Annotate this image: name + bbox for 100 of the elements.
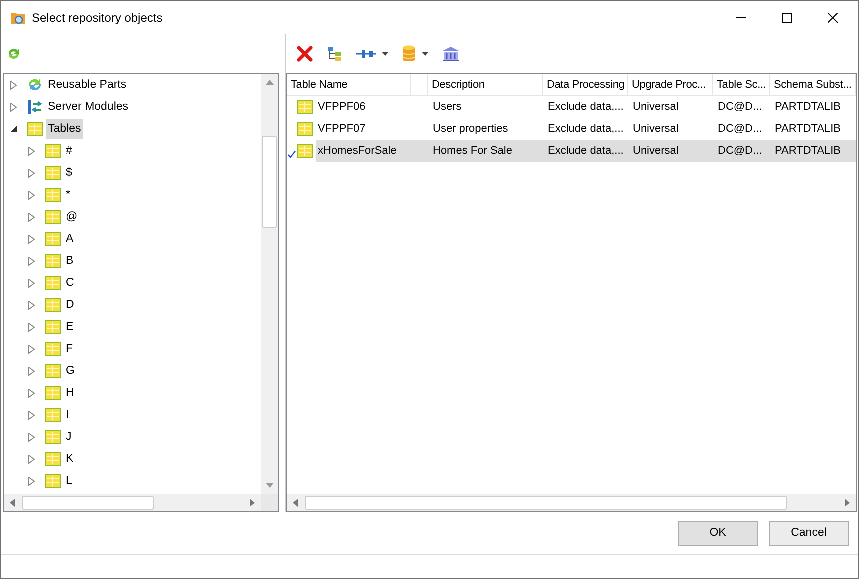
tree-item[interactable]: Server Modules xyxy=(46,97,131,117)
expand-arrow-icon[interactable] xyxy=(28,234,36,244)
tree-item[interactable]: C xyxy=(64,273,76,293)
tree-item[interactable]: @ xyxy=(64,207,80,227)
scroll-left-icon[interactable] xyxy=(10,498,15,506)
scroll-thumb[interactable] xyxy=(305,496,787,510)
hierarchy-icon[interactable] xyxy=(327,46,343,62)
table-icon xyxy=(45,451,61,467)
tree-item[interactable]: B xyxy=(64,251,76,271)
vertical-scrollbar[interactable] xyxy=(261,74,278,494)
collapse-arrow-icon[interactable] xyxy=(10,125,18,133)
table-cell: Homes For Sale xyxy=(428,140,543,162)
tree-item[interactable]: * xyxy=(64,185,72,205)
column-header[interactable]: Table Sc... xyxy=(717,78,766,90)
column-header[interactable]: Description xyxy=(432,78,485,90)
expand-arrow-icon[interactable] xyxy=(28,344,36,354)
table-cell-text: Users xyxy=(432,100,463,115)
delete-icon[interactable] xyxy=(296,44,314,62)
expand-arrow-icon[interactable] xyxy=(28,146,36,156)
horizontal-scrollbar[interactable] xyxy=(287,494,856,511)
scrollbar-corner xyxy=(261,494,278,511)
tree-item[interactable]: K xyxy=(64,449,76,469)
tree-item[interactable]: # xyxy=(64,141,74,161)
table-icon xyxy=(45,341,61,357)
table-row-name[interactable]: VFPPF07 xyxy=(316,118,411,140)
table-cell: PARTDTALIB xyxy=(770,140,856,162)
table-cell: DC@D... xyxy=(713,140,770,162)
table-icon xyxy=(45,275,61,291)
tree-item[interactable]: L xyxy=(64,471,74,491)
tree-item[interactable]: $ xyxy=(64,163,74,183)
table-icon xyxy=(45,407,61,423)
cancel-button[interactable]: Cancel xyxy=(769,520,849,546)
column-header[interactable]: Data Processing xyxy=(547,78,625,90)
expand-arrow-icon[interactable] xyxy=(28,476,36,486)
expand-arrow-icon[interactable] xyxy=(28,366,36,376)
pin-icon[interactable] xyxy=(356,48,376,60)
tree-item[interactable]: G xyxy=(64,361,77,381)
tree-item[interactable]: Reusable Parts xyxy=(46,75,129,95)
table-cell-text: DC@D... xyxy=(717,100,764,115)
expand-arrow-icon[interactable] xyxy=(10,80,18,90)
tree-item[interactable]: A xyxy=(64,229,76,249)
tree-item[interactable]: D xyxy=(64,295,76,315)
scroll-thumb[interactable] xyxy=(262,136,277,228)
table-icon xyxy=(45,363,61,379)
ok-button[interactable]: OK xyxy=(678,520,758,546)
scroll-up-icon[interactable] xyxy=(266,80,274,85)
scroll-down-icon[interactable] xyxy=(266,483,274,488)
table-icon xyxy=(45,473,61,489)
horizontal-scrollbar[interactable] xyxy=(4,494,261,511)
table-icon xyxy=(297,121,313,137)
modules-icon xyxy=(27,99,43,115)
expand-arrow-icon[interactable] xyxy=(28,278,36,288)
table-icon xyxy=(45,143,61,159)
table-cell-text: DC@D... xyxy=(717,122,764,137)
scroll-thumb[interactable] xyxy=(22,496,154,510)
expand-arrow-icon[interactable] xyxy=(28,190,36,200)
dropdown-caret-icon[interactable] xyxy=(422,52,429,56)
table-row-name[interactable]: VFPPF06 xyxy=(316,96,411,118)
tree-item[interactable]: J xyxy=(64,427,74,447)
close-icon[interactable] xyxy=(828,12,838,22)
expand-arrow-icon[interactable] xyxy=(28,454,36,464)
tree-item[interactable]: I xyxy=(64,405,72,425)
table-icon xyxy=(297,99,313,115)
column-header[interactable]: Table Name xyxy=(291,78,348,90)
scroll-left-icon[interactable] xyxy=(293,498,298,506)
expand-arrow-icon[interactable] xyxy=(10,102,18,112)
column-header[interactable]: Schema Subst... xyxy=(774,78,852,90)
expand-arrow-icon[interactable] xyxy=(28,432,36,442)
table-cell-text: PARTDTALIB xyxy=(774,100,842,115)
table-icon xyxy=(45,319,61,335)
tree-item[interactable]: Tables xyxy=(46,119,84,139)
table-icon xyxy=(45,187,61,203)
expand-arrow-icon[interactable] xyxy=(28,322,36,332)
table-icon xyxy=(297,143,313,159)
table-icon xyxy=(45,209,61,225)
expand-arrow-icon[interactable] xyxy=(28,300,36,310)
tree-item[interactable]: H xyxy=(64,383,76,403)
scroll-right-icon[interactable] xyxy=(845,498,850,506)
table-cell-text: PARTDTALIB xyxy=(774,122,842,137)
dropdown-caret-icon[interactable] xyxy=(382,52,389,56)
column-header[interactable]: Upgrade Proc... xyxy=(632,78,706,90)
expand-arrow-icon[interactable] xyxy=(28,212,36,222)
maximize-icon[interactable] xyxy=(782,12,792,22)
table-cell-text: Exclude data,... xyxy=(547,100,625,115)
table-icon xyxy=(45,231,61,247)
tree-item[interactable]: E xyxy=(64,317,76,337)
database-icon[interactable] xyxy=(402,44,416,62)
tree-item[interactable]: F xyxy=(64,339,76,359)
expand-arrow-icon[interactable] xyxy=(28,168,36,178)
table-cell: Universal xyxy=(628,140,713,162)
scroll-right-icon[interactable] xyxy=(250,498,255,506)
window-title: Select repository objects xyxy=(32,10,163,24)
table-icon xyxy=(27,121,43,137)
expand-arrow-icon[interactable] xyxy=(28,256,36,266)
table-row-name[interactable]: xHomesForSale xyxy=(316,140,411,162)
bank-icon[interactable] xyxy=(442,46,460,62)
table-cell-text: Universal xyxy=(632,122,680,137)
expand-arrow-icon[interactable] xyxy=(28,388,36,398)
expand-arrow-icon[interactable] xyxy=(28,410,36,420)
table-icon xyxy=(45,165,61,181)
